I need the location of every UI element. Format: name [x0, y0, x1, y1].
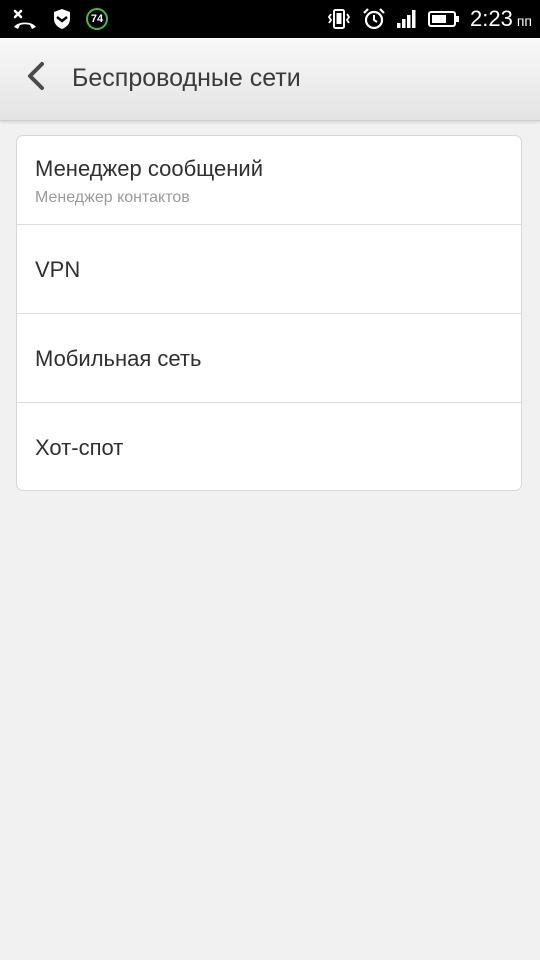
list-item-label: Мобильная сеть — [35, 346, 202, 371]
list-item-hotspot[interactable]: Хот-спот — [17, 403, 521, 490]
alarm-icon — [362, 8, 386, 30]
settings-list: Менеджер сообщений Менеджер контактов VP… — [16, 135, 522, 491]
clock-ampm: пп — [516, 13, 532, 29]
status-right-group: 2:23 пп — [326, 0, 532, 38]
list-item-label: Хот-спот — [35, 435, 124, 460]
vibrate-icon — [326, 8, 352, 30]
list-item-message-manager[interactable]: Менеджер сообщений Менеджер контактов — [17, 136, 521, 225]
shield-icon — [52, 8, 72, 30]
page-title: Беспроводные сети — [72, 64, 301, 92]
chevron-left-icon — [24, 61, 48, 96]
battery-percent-value: 74 — [90, 13, 104, 25]
list-item-sublabel: Менеджер контактов — [35, 189, 190, 206]
clock: 2:23 пп — [470, 6, 532, 32]
status-left-group: 74 — [12, 0, 108, 38]
back-button[interactable] — [18, 60, 54, 96]
battery-icon — [428, 8, 460, 30]
list-item-vpn[interactable]: VPN — [17, 225, 521, 314]
list-item-mobile-network[interactable]: Мобильная сеть — [17, 314, 521, 403]
missed-call-icon — [12, 8, 38, 30]
list-item-label: Менеджер сообщений — [35, 156, 263, 181]
clock-time: 2:23 — [470, 6, 513, 31]
header-bar: Беспроводные сети — [0, 38, 540, 121]
list-item-label: VPN — [35, 257, 81, 282]
status-bar: 74 2:23 пп — [0, 0, 540, 38]
battery-percent-icon: 74 — [86, 8, 108, 30]
signal-icon — [396, 8, 418, 30]
